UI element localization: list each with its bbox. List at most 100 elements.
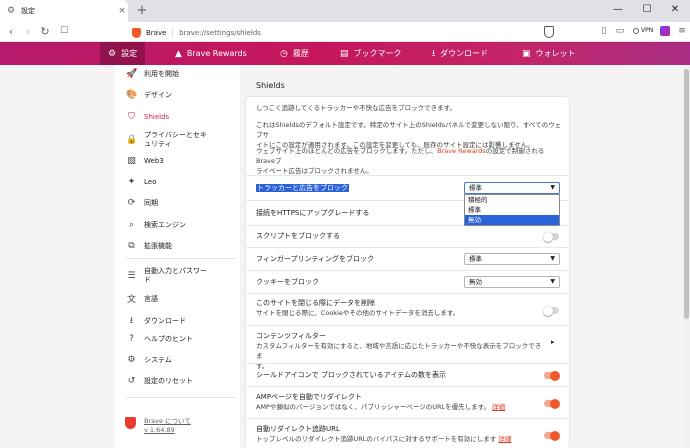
- page-scrollbar[interactable]: [683, 65, 690, 448]
- sidebar-item-web3[interactable]: ▧ Web3: [126, 156, 236, 166]
- fingerprint-row: フィンガープリンティングをブロック 標準 ▼: [246, 247, 569, 270]
- help-icon: ?: [129, 334, 134, 344]
- content-filters-desc: カスタムフィルターを有効にすると、地域や言語に応じたトラッカーや不快な表示をブロ…: [256, 342, 542, 360]
- sidebar-item-label-line1: 自動入力とパスワー: [144, 267, 207, 275]
- chevron-right-icon: ▸: [551, 338, 555, 346]
- version-label: v 1.64.89: [144, 426, 175, 434]
- block-scripts-toggle[interactable]: [543, 231, 559, 242]
- nav-label: ウォレット: [535, 49, 576, 58]
- amp-redirect-desc: AMPや類似のバージョンではなく、パブリッシャーページのURLを優先します。 詳…: [256, 403, 505, 411]
- sidebar-item-label: 拡張機能: [144, 242, 172, 250]
- sidebar-item-label: Web3: [144, 157, 164, 165]
- gear-icon: ⚙: [6, 6, 16, 16]
- reset-icon: ↺: [127, 376, 136, 386]
- sidebar-item-autofill[interactable]: ☰ 自動入力とパスワード: [126, 267, 236, 285]
- sidebar-item-shields[interactable]: ⛉ Shields: [126, 112, 236, 122]
- brave-logo-icon: [125, 417, 136, 429]
- dropdown-option-disabled[interactable]: 無効: [465, 215, 559, 225]
- sidebar-item-search-engine[interactable]: ⌕ 検索エンジン: [126, 220, 236, 230]
- content-filters-title: コンテンツフィルター: [256, 332, 326, 340]
- close-window-button[interactable]: ✕: [668, 4, 682, 15]
- sidebar-item-system[interactable]: ⚙ システム: [126, 355, 236, 365]
- fingerprint-select[interactable]: 標準 ▼: [464, 253, 560, 265]
- cookie-row: クッキーをブロック 無効 ▼: [246, 270, 569, 293]
- brave-shields-icon[interactable]: [544, 26, 554, 38]
- clear-on-close-toggle[interactable]: [543, 305, 559, 316]
- nav-history[interactable]: ◷ 履歴: [272, 42, 317, 65]
- sidebar-item-label: 設定のリセット: [144, 377, 193, 385]
- toggle-knob: [550, 370, 560, 381]
- nav-brave-rewards[interactable]: ▲ Brave Rewards: [167, 42, 255, 65]
- scrollbar-thumb[interactable]: [684, 69, 689, 319]
- sidebar-item-help-tips[interactable]: ? ヘルプのヒント: [126, 334, 236, 344]
- back-button[interactable]: ‹: [4, 25, 18, 38]
- nav-bookmarks[interactable]: ▤ ブックマーク: [332, 42, 410, 65]
- tracker-ads-select[interactable]: 標準 ▼: [464, 182, 560, 194]
- ads-note-text: ウェブサイト上のほとんどの広告をブロックします。ただし、: [256, 147, 438, 155]
- sidebar-item-reset[interactable]: ↺ 設定のリセット: [126, 376, 236, 386]
- gear-icon: ⚙: [108, 48, 117, 59]
- about-brave-link[interactable]: Brave について v 1.64.89: [125, 417, 191, 435]
- extensions-icon: ⧉: [128, 241, 135, 251]
- amp-learn-more-link[interactable]: 詳細: [492, 403, 505, 411]
- sidebar-item-label: ヘルプのヒント: [144, 335, 193, 343]
- sidebar-item-extensions[interactable]: ⧉ 拡張機能: [126, 241, 236, 251]
- brave-wallet-icon[interactable]: [660, 26, 670, 36]
- https-upgrade-label: 接続をHTTPSにアップグレードする: [256, 209, 370, 217]
- brave-rewards-link[interactable]: Brave Rewards: [437, 147, 486, 155]
- list-icon: ☰: [127, 271, 136, 281]
- sidebar-item-sync[interactable]: ⟳ 同期: [126, 198, 236, 208]
- menu-icon[interactable]: ≡: [676, 26, 688, 36]
- dropdown-option-standard[interactable]: 標準: [465, 205, 559, 215]
- forward-button[interactable]: ›: [21, 25, 35, 38]
- sidebar-item-label-line2: ュリティ: [144, 140, 172, 148]
- cookie-select[interactable]: 無効 ▼: [464, 276, 560, 288]
- reload-button[interactable]: ↻: [38, 25, 52, 38]
- sidebar-toggle-icon[interactable]: ▯: [598, 26, 610, 36]
- sidebar-item-leo[interactable]: ✦ Leo: [126, 177, 236, 187]
- sidebar-item-label: ダウンロード: [144, 317, 186, 325]
- sidebar-item-languages[interactable]: 文言語: [126, 292, 236, 306]
- show-count-toggle[interactable]: [544, 370, 560, 381]
- rocket-icon: 🚀: [126, 69, 138, 79]
- address-separator: |: [171, 28, 175, 37]
- nav-label: ダウンロード: [440, 49, 489, 58]
- chevron-down-icon: ▼: [550, 184, 555, 191]
- debounce-title: 自動リダイレクト追跡URL: [256, 425, 340, 433]
- amp-redirect-toggle[interactable]: [544, 398, 560, 409]
- nav-downloads[interactable]: ⭳ ダウンロード: [424, 42, 496, 65]
- show-count-row: シールドアイコンで ブロックされているアイテムの数を表示: [246, 363, 569, 386]
- address-bar[interactable]: Brave | brave://settings/shields: [124, 25, 532, 40]
- new-tab-button[interactable]: +: [135, 3, 149, 18]
- content-filters-row[interactable]: コンテンツフィルターカスタムフィルターを有効にすると、地域や言語に応じたトラッカ…: [246, 325, 569, 370]
- sidebar-item-appearance[interactable]: 🎨 デザイン: [126, 90, 236, 100]
- debounce-toggle[interactable]: [544, 430, 560, 441]
- sidebar-item-privacy[interactable]: 🔒 プライバシーとセキ ュリティ: [126, 131, 236, 149]
- vpn-button[interactable]: VPN: [633, 27, 653, 34]
- nav-settings[interactable]: ⚙ 設定: [100, 42, 146, 65]
- debounce-learn-more-link[interactable]: 詳細: [498, 435, 511, 443]
- nav-wallet[interactable]: ▣ ウォレット: [514, 42, 584, 65]
- sidebar-item-get-started[interactable]: 🚀 利用を開始: [126, 69, 236, 79]
- maximize-button[interactable]: ☐: [640, 4, 654, 15]
- wallet-panel-icon[interactable]: ▭: [614, 26, 626, 36]
- amp-redirect-title: AMPページを自動でリダイレクト: [256, 393, 362, 401]
- shields-ads-note: ウェブサイト上のほとんどの広告をブロックします。ただし、Brave Reward…: [256, 146, 562, 176]
- bookmark-icon[interactable]: ☐: [58, 26, 70, 36]
- sidebar-item-label: Shields: [144, 113, 170, 121]
- web3-icon: ▧: [127, 156, 136, 166]
- toggle-knob: [543, 231, 553, 242]
- brave-logo-icon: [132, 27, 141, 38]
- block-scripts-label: スクリプトをブロックする: [256, 232, 340, 240]
- dropdown-option-aggressive[interactable]: 積極的: [465, 195, 559, 205]
- chevron-down-icon: ▼: [550, 255, 555, 262]
- address-url[interactable]: brave://settings/shields: [179, 29, 261, 37]
- ads-note-text-3: ライベート広告はブロックされません。: [256, 167, 373, 175]
- system-icon: ⚙: [127, 355, 136, 365]
- nav-label: Brave Rewards: [186, 49, 247, 58]
- sidebar-item-downloads[interactable]: ⭳ ダウンロード: [126, 313, 236, 329]
- tab-close-icon[interactable]: ×: [116, 6, 128, 16]
- tab-settings[interactable]: ⚙ 設定 ×: [0, 0, 128, 22]
- sidebar-item-label: 自動入力とパスワード: [144, 267, 207, 285]
- minimize-button[interactable]: —: [611, 4, 625, 15]
